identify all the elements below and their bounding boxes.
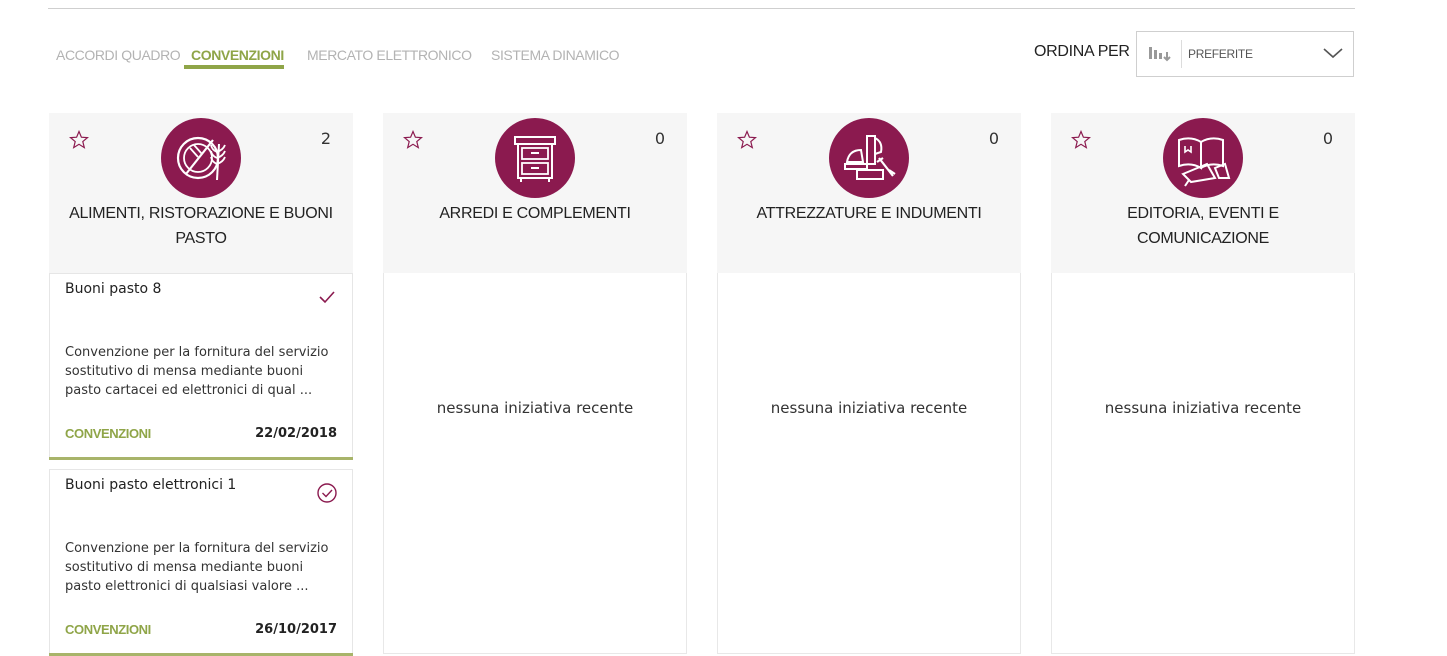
category-title[interactable]: ARREDI E COMPLEMENTI xyxy=(393,201,677,226)
sort-dropdown[interactable]: PREFERITE xyxy=(1136,31,1354,77)
category-count: 2 xyxy=(320,129,331,148)
chevron-down-icon xyxy=(1323,48,1343,59)
initiative-card[interactable]: Buoni pasto elettronici 1 Convenzione pe… xyxy=(49,469,353,656)
category-title[interactable]: EDITORIA, EVENTI E COMUNICAZIONE xyxy=(1061,201,1345,251)
category-body: nessuna iniziativa recente xyxy=(1051,273,1355,654)
category-column-editoria: 0 EDITORIA, EVENTI E COMUNICAZIONE nessu… xyxy=(1051,113,1355,654)
empty-message: nessuna iniziativa recente xyxy=(436,399,634,417)
initiative-type: CONVENZIONI xyxy=(65,426,151,441)
food-plate-icon xyxy=(176,136,226,181)
initiative-description: Convenzione per la fornitura del servizi… xyxy=(65,541,329,594)
empty-message: nessuna iniziativa recente xyxy=(770,399,968,417)
category-icon-circle xyxy=(829,118,909,198)
category-header: 0 ATTREZZATURE E INDUMENTI xyxy=(717,113,1021,273)
category-title[interactable]: ATTREZZATURE E INDUMENTI xyxy=(727,201,1011,226)
category-header: 0 EDITORIA, EVENTI E COMUNICAZIONE xyxy=(1051,113,1355,273)
category-icon-circle xyxy=(495,118,575,198)
star-icon[interactable] xyxy=(403,130,423,150)
category-count: 0 xyxy=(988,129,999,148)
tab-mercato-elettronico[interactable]: MERCATO ELETTRONICO xyxy=(307,46,472,64)
category-header: 0 ARREDI E COMPLEMENTI xyxy=(383,113,687,273)
sort-label: ORDINA PER xyxy=(1034,43,1130,60)
category-icon-circle xyxy=(1163,118,1243,198)
category-icon-circle xyxy=(161,118,241,198)
category-column-arredi: 0 ARREDI E COMPLEMENTI nessuna iniziativ… xyxy=(383,113,687,654)
top-divider xyxy=(48,8,1355,9)
card-accent-bar xyxy=(49,457,353,460)
star-icon[interactable] xyxy=(69,130,89,150)
initiative-card[interactable]: Buoni pasto 8 Convenzione per la fornitu… xyxy=(49,273,353,460)
check-icon xyxy=(319,291,335,304)
category-column-alimenti: 2 ALIMENTI, RISTORAZIONE E BUONI PASTO B… xyxy=(49,113,353,656)
initiative-title: Buoni pasto elettronici 1 xyxy=(65,477,237,493)
cabinet-icon xyxy=(514,136,556,182)
initiative-date: 22/02/2018 xyxy=(255,426,337,441)
tools-icon xyxy=(844,135,896,180)
category-count: 0 xyxy=(654,129,665,148)
empty-message: nessuna iniziativa recente xyxy=(1104,399,1302,417)
tab-accordi-quadro[interactable]: ACCORDI QUADRO xyxy=(56,46,181,64)
sort-separator xyxy=(1181,40,1182,68)
check-circle-icon xyxy=(317,483,337,503)
category-body: nessuna iniziativa recente xyxy=(383,273,687,654)
category-column-attrezzature: 0 ATTREZZATURE E INDUMENTI nessuna inizi… xyxy=(717,113,1021,654)
initiative-title: Buoni pasto 8 xyxy=(65,281,162,297)
sort-selected-value: PREFERITE xyxy=(1188,47,1253,61)
star-icon[interactable] xyxy=(737,130,757,150)
category-count: 0 xyxy=(1322,129,1333,148)
tab-sistema-dinamico[interactable]: SISTEMA DINAMICO xyxy=(491,46,620,64)
sort-icon xyxy=(1149,47,1171,62)
book-megaphone-icon xyxy=(1178,137,1231,187)
category-header: 2 ALIMENTI, RISTORAZIONE E BUONI PASTO xyxy=(49,113,353,273)
initiative-date: 26/10/2017 xyxy=(255,622,337,637)
star-icon[interactable] xyxy=(1071,130,1091,150)
category-body: nessuna iniziativa recente xyxy=(717,273,1021,654)
initiative-type: CONVENZIONI xyxy=(65,622,151,637)
active-tab-indicator xyxy=(184,65,284,69)
tab-convenzioni[interactable]: CONVENZIONI xyxy=(191,46,284,64)
initiative-description: Convenzione per la fornitura del servizi… xyxy=(65,345,329,398)
category-title[interactable]: ALIMENTI, RISTORAZIONE E BUONI PASTO xyxy=(59,201,343,251)
